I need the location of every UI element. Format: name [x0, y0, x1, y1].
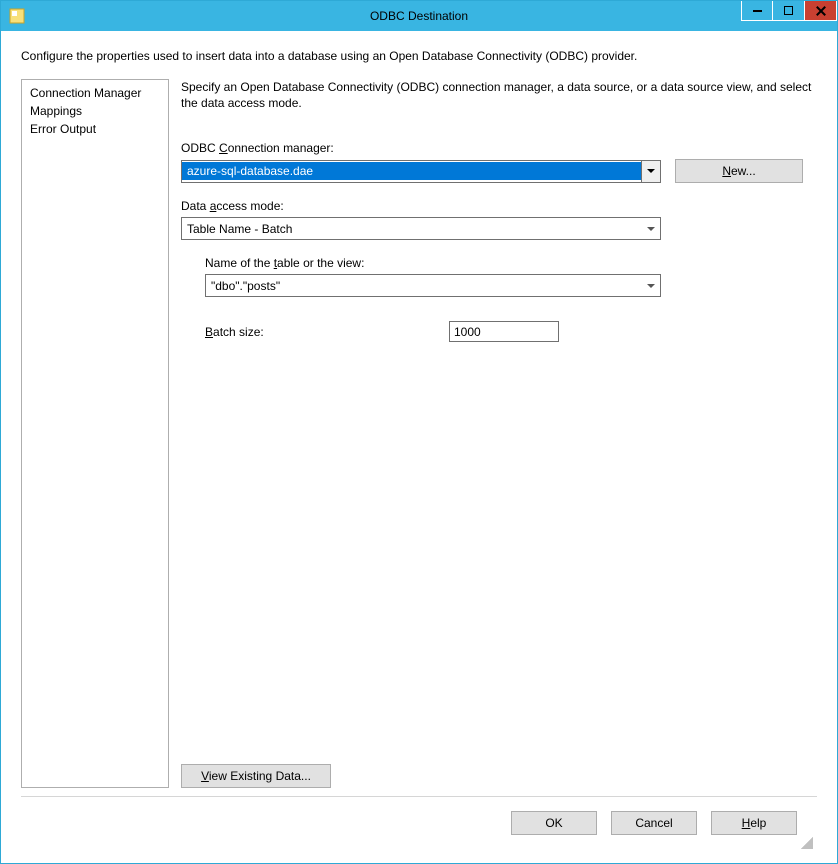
- ok-button[interactable]: OK: [511, 811, 597, 835]
- connection-manager-value: azure-sql-database.dae: [182, 162, 641, 180]
- app-icon: [9, 8, 25, 24]
- minimize-icon: [753, 10, 762, 12]
- batch-size-row: Batch size:: [205, 321, 817, 342]
- button-bar: OK Cancel Help: [21, 797, 817, 835]
- minimize-button[interactable]: [741, 1, 773, 21]
- resize-grip-icon[interactable]: [801, 837, 813, 849]
- sidebar-item-connection-manager[interactable]: Connection Manager: [22, 84, 168, 102]
- cancel-button[interactable]: Cancel: [611, 811, 697, 835]
- table-name-row: "dbo"."posts": [205, 274, 817, 297]
- window-controls: [741, 1, 837, 21]
- view-existing-data-row: View Existing Data...: [181, 754, 817, 788]
- connection-manager-combo[interactable]: azure-sql-database.dae: [181, 160, 661, 183]
- new-connection-button[interactable]: New...: [675, 159, 803, 183]
- data-access-mode-row: Table Name - Batch: [181, 217, 817, 240]
- dialog-window: ODBC Destination Configure the propertie…: [0, 0, 838, 864]
- help-button[interactable]: Help: [711, 811, 797, 835]
- chevron-down-icon: [642, 218, 660, 239]
- data-access-mode-combo[interactable]: Table Name - Batch: [181, 217, 661, 240]
- table-name-combo[interactable]: "dbo"."posts": [205, 274, 661, 297]
- maximize-button[interactable]: [773, 1, 805, 21]
- sidebar-item-error-output[interactable]: Error Output: [22, 120, 168, 138]
- view-existing-data-button[interactable]: View Existing Data...: [181, 764, 331, 788]
- maximize-icon: [784, 6, 793, 15]
- connection-manager-row: azure-sql-database.dae New...: [181, 159, 817, 183]
- close-button[interactable]: [805, 1, 837, 21]
- batch-size-label: Batch size:: [205, 325, 435, 339]
- table-name-label: Name of the table or the view:: [205, 256, 817, 270]
- dialog-description: Configure the properties used to insert …: [21, 49, 817, 63]
- batch-size-input[interactable]: [449, 321, 559, 342]
- main-panel: Specify an Open Database Connectivity (O…: [181, 79, 817, 788]
- close-icon: [815, 5, 827, 17]
- page-sidebar: Connection Manager Mappings Error Output: [21, 79, 169, 788]
- connection-manager-label: ODBC Connection manager:: [181, 141, 817, 155]
- dialog-content: Configure the properties used to insert …: [1, 31, 837, 863]
- data-access-mode-value: Table Name - Batch: [182, 220, 642, 238]
- titlebar: ODBC Destination: [1, 1, 837, 31]
- table-section: Name of the table or the view: "dbo"."po…: [205, 256, 817, 342]
- window-title: ODBC Destination: [1, 9, 837, 23]
- chevron-down-icon: [641, 161, 660, 182]
- panel-instructions: Specify an Open Database Connectivity (O…: [181, 79, 817, 111]
- data-access-mode-label: Data access mode:: [181, 199, 817, 213]
- footer: OK Cancel Help: [21, 797, 817, 853]
- body-area: Connection Manager Mappings Error Output…: [21, 79, 817, 788]
- chevron-down-icon: [642, 275, 660, 296]
- sidebar-item-mappings[interactable]: Mappings: [22, 102, 168, 120]
- table-name-value: "dbo"."posts": [206, 277, 642, 295]
